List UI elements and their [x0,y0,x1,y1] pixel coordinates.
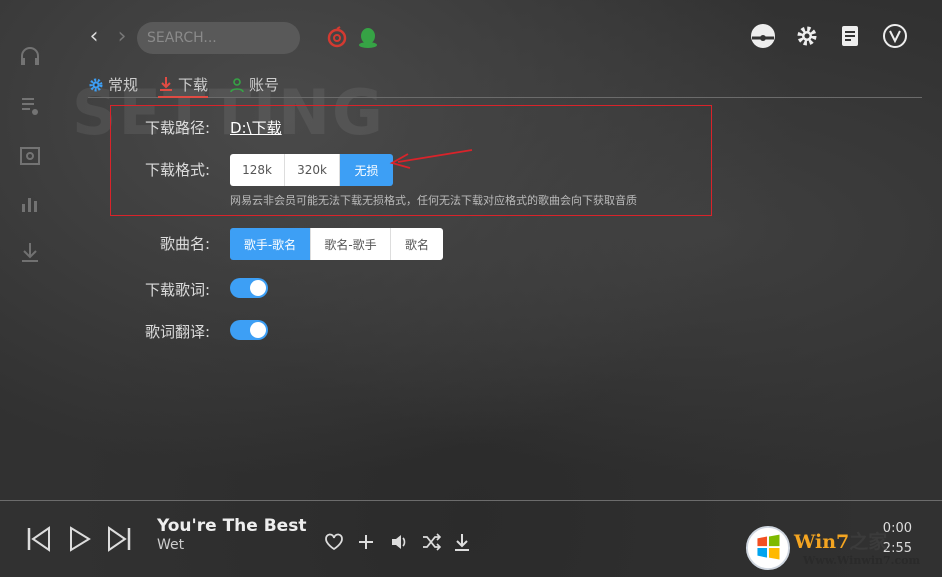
format-label: 下载格式: [144,161,210,179]
song-name-label: 歌曲名: [159,235,210,253]
playlist-icon[interactable] [18,94,42,118]
format-option-320k[interactable]: 320k [285,154,340,186]
netease-logo-icon[interactable] [326,26,348,48]
tab-label: 账号 [249,76,280,94]
shuffle-icon[interactable] [421,532,442,552]
format-option-128k[interactable]: 128k [230,154,285,186]
back-icon[interactable]: ‹ [84,26,104,50]
settings-tabs: 常规 下载 账号 [88,72,922,98]
qq-music-logo-icon[interactable] [357,26,379,48]
forward-icon[interactable]: › [112,26,132,50]
song-title: You're The Best [157,516,307,536]
gear-icon [88,77,104,93]
tab-label: 常规 [108,76,139,94]
badge-suffix: 之家 [849,531,888,553]
previous-icon[interactable] [24,524,54,554]
download-path-link[interactable]: D:\下载 [230,117,282,138]
tab-label: 下载 [178,75,209,94]
notes-icon[interactable] [838,23,864,49]
name-option-artist-title[interactable]: 歌手-歌名 [230,228,311,260]
video-icon[interactable] [18,144,42,168]
song-artist[interactable]: Wet [157,537,184,553]
tab-download[interactable]: 下载 [158,72,209,98]
gear-icon[interactable] [794,23,820,49]
play-icon[interactable] [64,524,94,554]
annotation-arrow-icon [389,149,473,169]
tab-general[interactable]: 常规 [88,72,138,97]
windows-logo-icon [745,525,791,571]
sidebar [0,0,62,500]
badge-url: Www.Winwin7.com [803,554,921,567]
format-hint: 网易云非会员可能无法下载无损格式，任何无法下载对应格式的歌曲会向下获取音质 [230,194,637,207]
name-option-title[interactable]: 歌名 [391,228,443,260]
format-option-lossless[interactable]: 无损 [340,154,393,186]
chart-icon[interactable] [18,192,42,216]
headphones-icon[interactable] [18,44,42,68]
translate-label: 歌词翻译: [144,323,210,341]
lyrics-label: 下载歌词: [144,281,210,299]
user-icon [229,77,245,93]
download-icon [158,76,174,92]
volume-icon[interactable] [389,532,409,552]
top-bar: ‹ › [80,20,912,58]
download-path-label: 下载路径: [144,119,210,137]
name-option-title-artist[interactable]: 歌名-歌手 [311,228,391,260]
vip-icon[interactable] [882,23,908,49]
translate-toggle[interactable] [230,320,268,340]
add-icon[interactable] [356,532,376,552]
avatar[interactable] [750,23,776,49]
next-icon[interactable] [104,524,134,554]
lyrics-toggle[interactable] [230,278,268,298]
format-selector: 128k 320k 无损 [230,154,393,186]
win7-logo: Win7之家 Www.Winwin7.com [745,525,935,573]
badge-brand: Win7 [794,531,850,553]
download-icon[interactable] [452,532,472,552]
song-name-selector: 歌手-歌名 歌名-歌手 歌名 [230,228,443,260]
download-icon[interactable] [18,240,42,264]
search-input[interactable] [137,22,300,54]
heart-icon[interactable] [324,532,344,552]
tab-account[interactable]: 账号 [229,72,279,97]
